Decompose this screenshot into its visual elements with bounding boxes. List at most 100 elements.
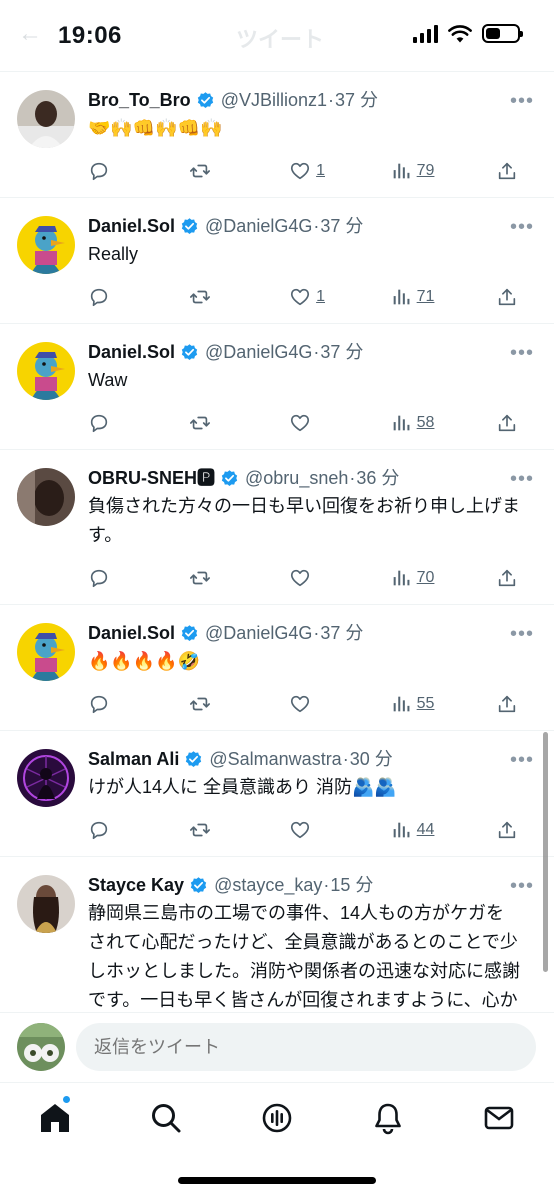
like-button[interactable]: 1 [289, 286, 390, 308]
retweet-button[interactable] [189, 567, 290, 589]
more-options-icon[interactable]: ••• [510, 216, 534, 239]
user-name[interactable]: Salman Ali [88, 747, 179, 771]
search-icon[interactable] [149, 1101, 183, 1135]
tweet-row[interactable]: ••• Daniel.Sol @DanielG4G · 37 分 Waw 58 [0, 324, 554, 450]
my-avatar[interactable] [17, 1023, 65, 1071]
user-handle[interactable]: @Salmanwastra [209, 747, 341, 771]
retweet-icon [189, 412, 211, 434]
tweet-time[interactable]: 37 分 [335, 88, 378, 112]
more-options-icon[interactable]: ••• [510, 749, 534, 772]
retweet-button[interactable] [189, 819, 290, 841]
retweet-button[interactable] [189, 693, 290, 715]
user-avatar[interactable] [17, 875, 75, 933]
user-name[interactable]: Daniel.Sol [88, 340, 175, 364]
share-button[interactable] [496, 567, 518, 589]
user-name[interactable]: OBRU-SNEH🅿 [88, 466, 215, 490]
user-avatar[interactable] [17, 623, 75, 681]
user-avatar[interactable] [17, 342, 75, 400]
like-button[interactable]: 1 [289, 160, 390, 182]
tweet-row[interactable]: ••• OBRU-SNEH🅿 @obru_sneh · 36 分 負傷された方々… [0, 450, 554, 605]
share-button[interactable] [496, 160, 518, 182]
reply-button[interactable] [88, 819, 189, 841]
battery-icon [482, 24, 523, 43]
user-handle[interactable]: @VJBillionz1 [221, 88, 327, 112]
like-count[interactable]: 1 [316, 288, 325, 306]
user-avatar[interactable] [17, 749, 75, 807]
verified-badge-icon [180, 343, 199, 362]
share-button[interactable] [496, 412, 518, 434]
tweet-row[interactable]: ••• Daniel.Sol @DanielG4G · 37 分 Really … [0, 198, 554, 324]
views-button[interactable]: 70 [390, 567, 496, 589]
user-name[interactable]: Stayce Kay [88, 873, 184, 897]
like-button[interactable] [289, 819, 390, 841]
reply-button[interactable] [88, 286, 189, 308]
tweet-header: OBRU-SNEH🅿 @obru_sneh · 36 分 [88, 466, 538, 490]
view-count[interactable]: 55 [417, 695, 435, 713]
views-button[interactable]: 44 [390, 819, 496, 841]
view-count[interactable]: 71 [417, 288, 435, 306]
tweet-time[interactable]: 15 分 [330, 873, 373, 897]
tweet-time[interactable]: 37 分 [320, 214, 363, 238]
tweet-row[interactable]: ••• Salman Ali @Salmanwastra · 30 分 けが人1… [0, 731, 554, 857]
like-count[interactable]: 1 [316, 162, 325, 180]
view-count[interactable]: 70 [417, 569, 435, 587]
tweet-row[interactable]: ••• Bro_To_Bro @VJBillionz1 · 37 分 🤝🙌👊🙌👊… [0, 72, 554, 198]
user-avatar[interactable] [17, 216, 75, 274]
more-options-icon[interactable]: ••• [510, 468, 534, 491]
tweet-row[interactable]: ••• Stayce Kay @stayce_kay · 15 分 静岡県三島市… [0, 857, 554, 1012]
verified-badge-icon [180, 217, 199, 236]
scrollbar[interactable] [543, 732, 548, 972]
views-button[interactable]: 58 [390, 412, 496, 434]
reply-button[interactable] [88, 693, 189, 715]
tweet-time[interactable]: 36 分 [356, 466, 399, 490]
tweet-row[interactable]: ••• Daniel.Sol @DanielG4G · 37 分 🔥🔥🔥🔥🤣 5… [0, 605, 554, 731]
spaces-icon[interactable] [260, 1101, 294, 1135]
view-count[interactable]: 44 [417, 821, 435, 839]
messages-icon[interactable] [482, 1101, 516, 1135]
user-avatar[interactable] [17, 90, 75, 148]
tweet-time[interactable]: 37 分 [320, 621, 363, 645]
view-count[interactable]: 58 [417, 414, 435, 432]
user-name[interactable]: Daniel.Sol [88, 214, 175, 238]
user-handle[interactable]: @stayce_kay [214, 873, 322, 897]
tweet-time[interactable]: 30 分 [350, 747, 393, 771]
retweet-button[interactable] [189, 286, 290, 308]
share-button[interactable] [496, 286, 518, 308]
share-button[interactable] [496, 819, 518, 841]
more-options-icon[interactable]: ••• [510, 342, 534, 365]
retweet-button[interactable] [189, 412, 290, 434]
more-options-icon[interactable]: ••• [510, 875, 534, 898]
retweet-icon [189, 567, 211, 589]
views-button[interactable]: 79 [390, 160, 496, 182]
reply-button[interactable] [88, 160, 189, 182]
reply-button[interactable] [88, 412, 189, 434]
view-count[interactable]: 79 [417, 162, 435, 180]
tweet-text: Really [88, 244, 139, 264]
like-button[interactable] [289, 567, 390, 589]
like-button[interactable] [289, 412, 390, 434]
reply-button[interactable] [88, 567, 189, 589]
more-options-icon[interactable]: ••• [510, 90, 534, 113]
views-button[interactable]: 71 [390, 286, 496, 308]
user-name[interactable]: Bro_To_Bro [88, 88, 191, 112]
reply-input[interactable] [76, 1023, 536, 1071]
user-handle[interactable]: @obru_sneh [245, 466, 348, 490]
like-button[interactable] [289, 693, 390, 715]
notifications-icon[interactable] [371, 1101, 405, 1135]
views-button[interactable]: 55 [390, 693, 496, 715]
user-handle[interactable]: @DanielG4G [205, 214, 312, 238]
retweet-button[interactable] [189, 160, 290, 182]
share-button[interactable] [496, 693, 518, 715]
user-avatar[interactable] [17, 468, 75, 526]
user-handle[interactable]: @DanielG4G [205, 621, 312, 645]
back-arrow-icon[interactable]: ← [18, 20, 42, 48]
tweet-time[interactable]: 37 分 [320, 340, 363, 364]
user-handle[interactable]: @DanielG4G [205, 340, 312, 364]
home-icon[interactable] [38, 1101, 72, 1135]
user-name[interactable]: Daniel.Sol [88, 621, 175, 645]
tweet-actions: 1 79 [88, 145, 538, 197]
verified-badge-icon [220, 469, 239, 488]
tweet-text: Waw [88, 370, 128, 390]
reply-feed[interactable]: ••• Bro_To_Bro @VJBillionz1 · 37 分 🤝🙌👊🙌👊… [0, 72, 554, 1012]
more-options-icon[interactable]: ••• [510, 623, 534, 646]
